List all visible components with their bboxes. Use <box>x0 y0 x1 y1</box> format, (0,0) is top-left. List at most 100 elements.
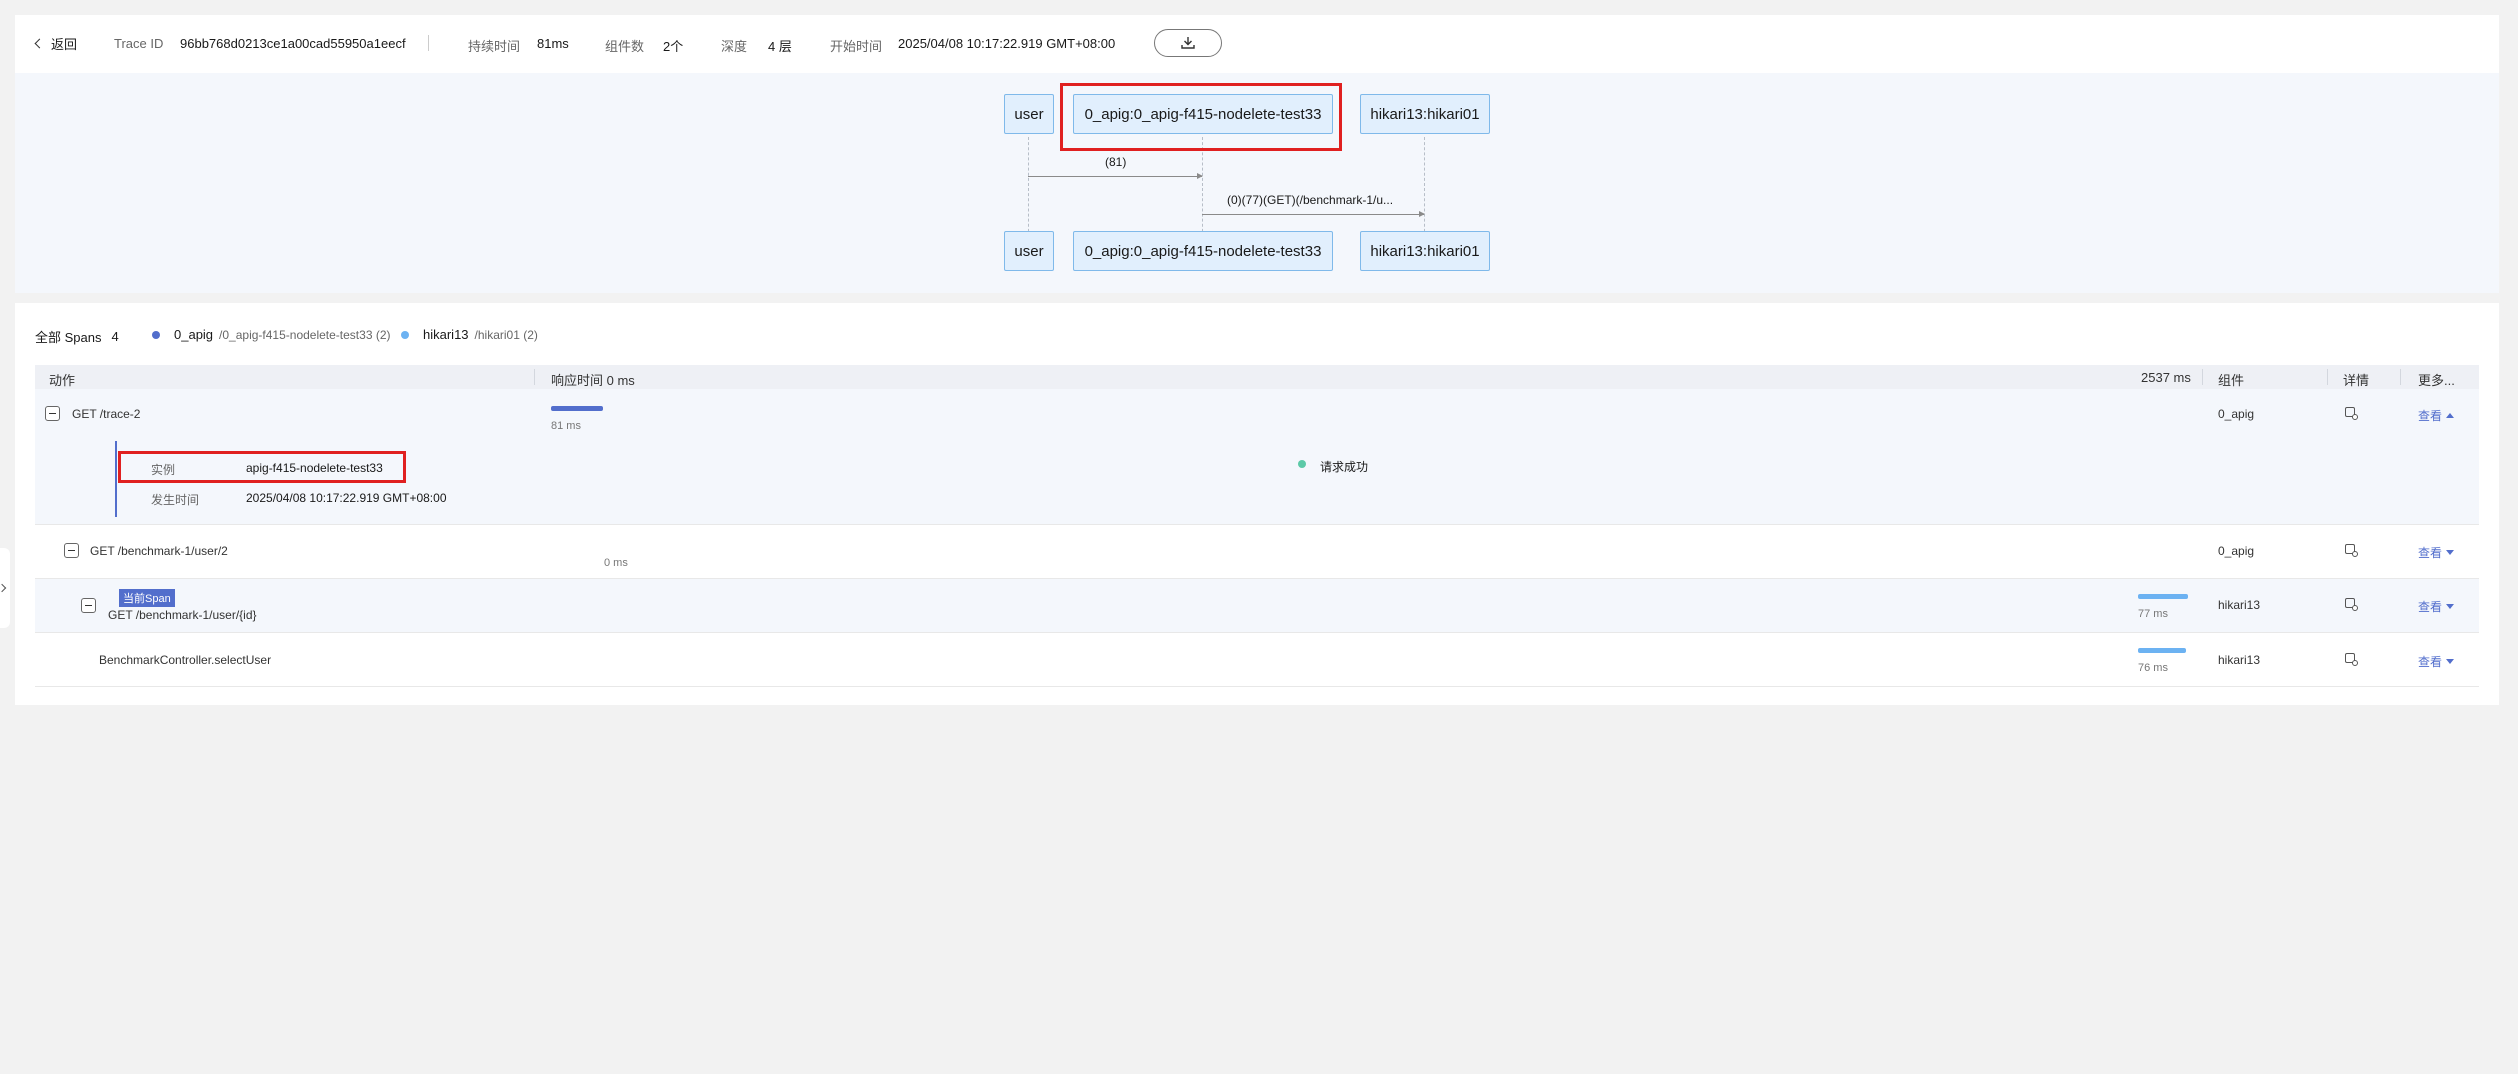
back-label: 返回 <box>51 37 78 52</box>
node-user-top[interactable]: user <box>1004 94 1054 134</box>
duration-bar <box>551 406 603 411</box>
column-divider <box>2202 369 2203 385</box>
message-label-1: (81) <box>1105 155 1127 169</box>
column-component: 组件 <box>2218 373 2245 388</box>
table-header: 动作 响应时间 0 ms 2537 ms 组件 详情 更多... <box>35 365 2479 389</box>
detail-icon[interactable] <box>2345 598 2358 611</box>
legend-dot-apig <box>152 330 160 339</box>
legend-detail-hikari: /hikari01 (2) <box>474 327 538 342</box>
detail-icon[interactable] <box>2345 407 2358 420</box>
chevron-up-icon <box>2446 413 2455 418</box>
table-row[interactable]: GET /trace-2 81 ms 0_apig 查看 实例 apig-f41… <box>35 389 2479 525</box>
view-link[interactable]: 查看 <box>2418 407 2455 424</box>
column-detail: 详情 <box>2343 373 2370 388</box>
node-apig-bottom[interactable]: 0_apig:0_apig-f415-nodelete-test33 <box>1073 231 1333 271</box>
column-more: 更多... <box>2418 373 2455 388</box>
legend-item-hikari[interactable]: hikari13 /hikari01 (2) <box>401 327 538 342</box>
view-label: 查看 <box>2418 409 2443 423</box>
view-label: 查看 <box>2418 600 2443 614</box>
span-action: BenchmarkController.selectUser <box>99 653 272 667</box>
span-component: 0_apig <box>2218 407 2255 421</box>
instance-label: 实例 <box>151 463 176 477</box>
duration-label: 0 ms <box>604 557 628 569</box>
duration-bar <box>2138 648 2186 653</box>
trace-id-label: Trace ID <box>114 36 164 51</box>
all-spans-summary: 全部 Spans 4 <box>35 327 119 346</box>
side-expand-tab[interactable] <box>0 548 10 628</box>
chevron-down-icon <box>2446 659 2455 664</box>
expanded-indicator <box>115 441 117 517</box>
legend-detail-apig: /0_apig-f415-nodelete-test33 (2) <box>219 327 391 342</box>
detail-icon[interactable] <box>2345 653 2358 666</box>
trace-header: 返回 Trace ID 96bb768d0213ce1a00cad55950a1… <box>15 15 2499 73</box>
duration-label: 81 ms <box>551 420 581 432</box>
column-divider <box>2400 369 2401 385</box>
table-row[interactable]: GET /benchmark-1/user/2 0 ms 0_apig 查看 <box>35 525 2479 579</box>
table-row[interactable]: BenchmarkController.selectUser 76 ms hik… <box>35 633 2479 687</box>
divider <box>428 35 429 51</box>
current-span-badge: 当前Span <box>119 589 175 607</box>
span-action: GET /trace-2 <box>72 407 141 421</box>
node-user-bottom[interactable]: user <box>1004 231 1054 271</box>
status-text: 请求成功 <box>1320 460 1369 474</box>
message-arrow-2 <box>1202 211 1425 217</box>
duration-label: 76 ms <box>2138 662 2168 674</box>
depth-label: 深度 <box>721 39 748 54</box>
time-label: 发生时间 <box>151 493 200 507</box>
collapse-toggle[interactable] <box>45 406 60 421</box>
column-divider <box>2327 369 2328 385</box>
duration-label: 77 ms <box>2138 608 2168 620</box>
components-label: 组件数 <box>605 39 645 54</box>
view-link[interactable]: 查看 <box>2418 598 2455 615</box>
sequence-diagram: user 0_apig:0_apig-f415-nodelete-test33 … <box>15 73 2499 293</box>
chevron-right-icon <box>0 583 7 593</box>
node-hikari-bottom[interactable]: hikari13:hikari01 <box>1360 231 1490 271</box>
node-apig-top[interactable]: 0_apig:0_apig-f415-nodelete-test33 <box>1073 94 1333 134</box>
download-icon <box>1181 37 1195 49</box>
table-row[interactable]: 当前Span GET /benchmark-1/user/{id} 77 ms … <box>35 579 2479 633</box>
instance-value: apig-f415-nodelete-test33 <box>246 461 383 475</box>
span-action: GET /benchmark-1/user/{id} <box>108 608 257 622</box>
start-time-value: 2025/04/08 10:17:22.919 GMT+08:00 <box>898 36 1116 51</box>
all-spans-count: 4 <box>111 329 119 344</box>
message-arrow-1 <box>1028 173 1203 179</box>
lifeline-apig <box>1202 137 1203 237</box>
span-component: hikari13 <box>2218 598 2261 612</box>
back-button[interactable]: 返回 <box>34 34 78 53</box>
time-value: 2025/04/08 10:17:22.919 GMT+08:00 <box>246 491 447 505</box>
legend-name-hikari: hikari13 <box>423 327 469 342</box>
column-max: 2537 ms <box>2141 370 2191 385</box>
components-value: 2个 <box>663 39 684 54</box>
start-time-label: 开始时间 <box>830 39 883 54</box>
column-response: 响应时间 0 ms <box>551 373 635 388</box>
download-button[interactable] <box>1154 29 1222 57</box>
collapse-toggle[interactable] <box>64 543 79 558</box>
message-label-2: (0)(77)(GET)(/benchmark-1/u... <box>1227 193 1394 207</box>
duration-value: 81ms <box>537 36 569 51</box>
span-component: hikari13 <box>2218 653 2261 667</box>
trace-id-value: 96bb768d0213ce1a00cad55950a1eecf <box>180 36 406 51</box>
span-component: 0_apig <box>2218 544 2255 558</box>
depth-value: 4 层 <box>768 39 792 54</box>
view-label: 查看 <box>2418 546 2443 560</box>
node-hikari-top[interactable]: hikari13:hikari01 <box>1360 94 1490 134</box>
legend-item-apig[interactable]: 0_apig /0_apig-f415-nodelete-test33 (2) <box>152 327 391 342</box>
lifeline-hikari <box>1424 137 1425 237</box>
legend-name-apig: 0_apig <box>174 327 214 342</box>
column-action: 动作 <box>49 373 76 388</box>
view-link[interactable]: 查看 <box>2418 653 2455 670</box>
lifeline-user <box>1028 137 1029 237</box>
chevron-down-icon <box>2446 550 2455 555</box>
status-dot <box>1298 460 1306 468</box>
duration-bar <box>2138 594 2188 599</box>
view-link[interactable]: 查看 <box>2418 544 2455 561</box>
chevron-left-icon <box>34 38 45 49</box>
detail-icon[interactable] <box>2345 544 2358 557</box>
column-divider <box>534 369 535 385</box>
chevron-down-icon <box>2446 604 2455 609</box>
span-action: GET /benchmark-1/user/2 <box>90 544 228 558</box>
collapse-toggle[interactable] <box>81 598 96 613</box>
spans-panel: 全部 Spans 4 0_apig /0_apig-f415-nodelete-… <box>15 303 2499 705</box>
legend-dot-hikari <box>401 330 409 339</box>
duration-label: 持续时间 <box>468 39 521 54</box>
